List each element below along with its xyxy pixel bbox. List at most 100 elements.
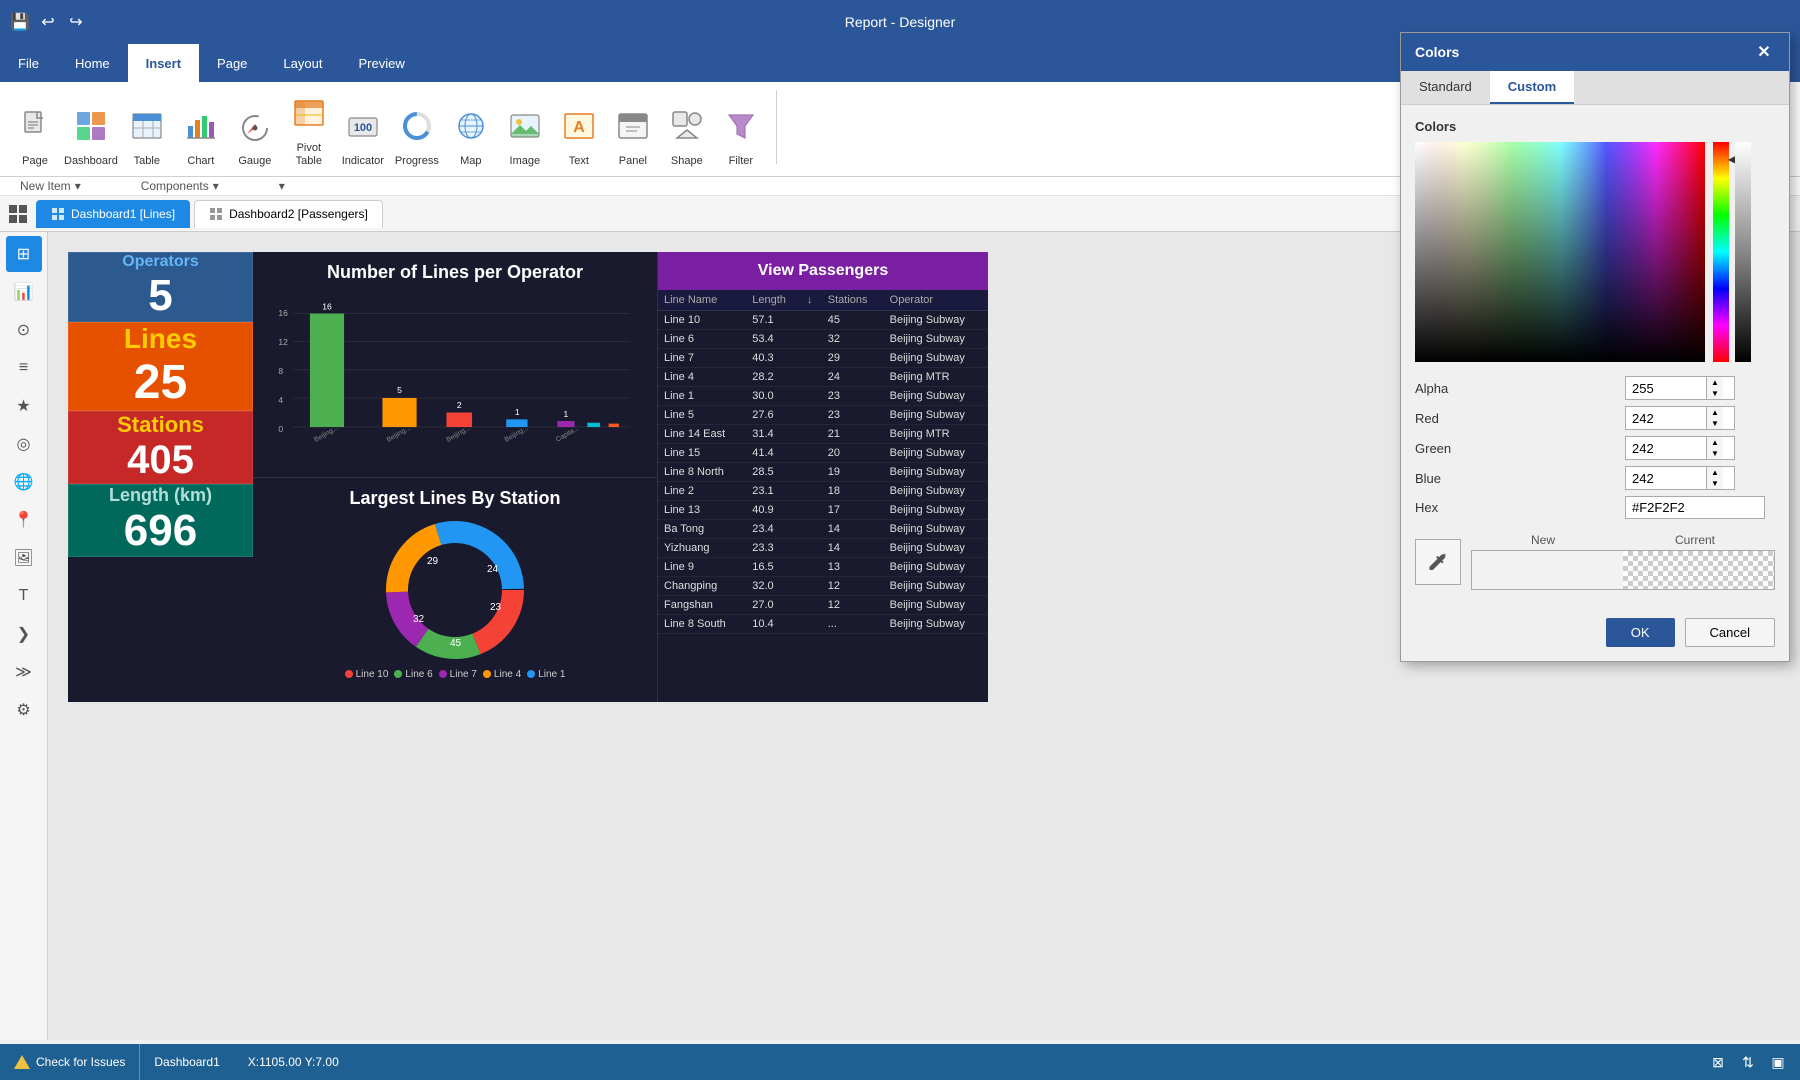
ribbon-table[interactable]: Table: [122, 99, 172, 168]
brightness-strip[interactable]: [1735, 142, 1751, 362]
green-spin-down[interactable]: ▼: [1707, 448, 1723, 459]
tab-dashboard2[interactable]: Dashboard2 [Passengers]: [194, 200, 383, 228]
undo-icon[interactable]: ↩: [38, 12, 58, 32]
ribbon-progress[interactable]: Progress: [392, 99, 442, 168]
tab-custom[interactable]: Custom: [1490, 71, 1574, 104]
table-row[interactable]: Ba Tong 23.4 14 Beijing Subway: [658, 520, 988, 539]
sidebar-icon-expand[interactable]: ❯: [6, 616, 42, 652]
blue-input[interactable]: [1626, 468, 1706, 489]
ribbon-map[interactable]: Map: [446, 99, 496, 168]
table-row[interactable]: Line 14 East 31.4 21 Beijing MTR: [658, 425, 988, 444]
ok-button[interactable]: OK: [1606, 618, 1675, 647]
table-row[interactable]: Yizhuang 23.3 14 Beijing Subway: [658, 539, 988, 558]
status-icon-2[interactable]: ⇅: [1734, 1048, 1762, 1076]
sidebar-icon-text[interactable]: T: [6, 578, 42, 614]
menu-preview[interactable]: Preview: [340, 44, 422, 82]
hex-input-field[interactable]: [1625, 496, 1765, 519]
menu-layout[interactable]: Layout: [265, 44, 340, 82]
red-input-field[interactable]: ▲ ▼: [1625, 406, 1735, 430]
sidebar-icon-image[interactable]: 🖼: [6, 540, 42, 576]
alpha-input-field[interactable]: ▲ ▼: [1625, 376, 1735, 400]
data-table[interactable]: Line Name Length ↓ Stations Operator Lin…: [658, 290, 988, 702]
blue-spin-down[interactable]: ▼: [1707, 478, 1723, 489]
hex-input[interactable]: [1626, 497, 1756, 518]
menu-insert[interactable]: Insert: [128, 44, 199, 82]
color-gradient-area[interactable]: [1415, 142, 1705, 362]
green-input[interactable]: [1626, 438, 1706, 459]
table-row[interactable]: Line 1 30.0 23 Beijing Subway: [658, 387, 988, 406]
ribbon-text[interactable]: A Text: [554, 99, 604, 168]
col-line-name[interactable]: Line Name: [658, 290, 746, 311]
save-icon[interactable]: 💾: [10, 12, 30, 32]
alpha-spin-up[interactable]: ▲: [1707, 377, 1723, 388]
green-spin-up[interactable]: ▲: [1707, 437, 1723, 448]
table-row[interactable]: Line 9 16.5 13 Beijing Subway: [658, 558, 988, 577]
ribbon-image-label: Image: [510, 155, 541, 168]
cancel-button[interactable]: Cancel: [1685, 618, 1775, 647]
ribbon-gauge[interactable]: Gauge: [230, 99, 280, 168]
sidebar-icon-pin[interactable]: 📍: [6, 502, 42, 538]
sidebar-icon-expand2[interactable]: ≫: [6, 654, 42, 690]
table-row[interactable]: Line 6 53.4 32 Beijing Subway: [658, 330, 988, 349]
table-row[interactable]: Line 15 41.4 20 Beijing Subway: [658, 444, 988, 463]
blue-input-field[interactable]: ▲ ▼: [1625, 466, 1735, 490]
redo-icon[interactable]: ↪: [66, 12, 86, 32]
tab-standard[interactable]: Standard: [1401, 71, 1490, 104]
ribbon-panel[interactable]: Panel: [608, 99, 658, 168]
table-row[interactable]: Changping 32.0 12 Beijing Subway: [658, 577, 988, 596]
dialog-close-button[interactable]: ✕: [1753, 41, 1775, 63]
menu-home[interactable]: Home: [57, 44, 128, 82]
table-row[interactable]: Line 4 28.2 24 Beijing MTR: [658, 368, 988, 387]
hue-strip-container: ◀: [1713, 142, 1729, 362]
table-row[interactable]: Line 8 North 28.5 19 Beijing Subway: [658, 463, 988, 482]
ribbon-filter[interactable]: Filter: [716, 99, 766, 168]
ribbon-panel-label: Panel: [619, 155, 647, 168]
alpha-spin-down[interactable]: ▼: [1707, 388, 1723, 399]
table-row[interactable]: Line 7 40.3 29 Beijing Subway: [658, 349, 988, 368]
components-expand[interactable]: Components ▾: [141, 179, 219, 193]
table-row[interactable]: Line 5 27.6 23 Beijing Subway: [658, 406, 988, 425]
col-sort[interactable]: ↓: [801, 290, 822, 311]
green-input-field[interactable]: ▲ ▼: [1625, 436, 1735, 460]
ribbon-pivot-table[interactable]: PivotTable: [284, 86, 334, 168]
ribbon-chart[interactable]: Chart: [176, 99, 226, 168]
col-stations[interactable]: Stations: [822, 290, 884, 311]
components-chevron: ▾: [213, 179, 219, 193]
new-item-expand[interactable]: New Item ▾: [20, 179, 81, 193]
table-row[interactable]: Line 8 South 10.4 ... Beijing Subway: [658, 615, 988, 634]
table-row[interactable]: Fangshan 27.0 12 Beijing Subway: [658, 596, 988, 615]
eyedropper-button[interactable]: [1415, 539, 1461, 585]
table-row[interactable]: Line 10 57.1 45 Beijing Subway: [658, 311, 988, 330]
cell-empty: [801, 577, 822, 596]
sidebar-icon-globe[interactable]: 🌐: [6, 464, 42, 500]
sidebar-icon-list[interactable]: ≡: [6, 350, 42, 386]
extra-expand-1[interactable]: ▾: [279, 179, 285, 193]
ribbon-page[interactable]: Page: [10, 99, 60, 168]
check-for-issues[interactable]: Check for Issues: [0, 1044, 140, 1080]
ribbon-indicator[interactable]: 100 Indicator: [338, 99, 388, 168]
sidebar-icon-grid[interactable]: ⊞: [6, 236, 42, 272]
sidebar-icon-indicator[interactable]: ★: [6, 388, 42, 424]
status-icon-1[interactable]: ⊠: [1704, 1048, 1732, 1076]
table-row[interactable]: Line 13 40.9 17 Beijing Subway: [658, 501, 988, 520]
sidebar-icon-circle[interactable]: ◎: [6, 426, 42, 462]
sidebar-icon-settings[interactable]: ⚙: [6, 692, 42, 728]
col-length[interactable]: Length: [746, 290, 801, 311]
red-spin-down[interactable]: ▼: [1707, 418, 1723, 429]
table-row[interactable]: Line 2 23.1 18 Beijing Subway: [658, 482, 988, 501]
status-icon-3[interactable]: ▣: [1764, 1048, 1792, 1076]
ribbon-shape[interactable]: Shape: [662, 99, 712, 168]
sidebar-icon-chart[interactable]: 📊: [6, 274, 42, 310]
red-input[interactable]: [1626, 408, 1706, 429]
tab-dashboard1[interactable]: Dashboard1 [Lines]: [36, 200, 190, 228]
menu-file[interactable]: File: [0, 44, 57, 82]
red-spin-up[interactable]: ▲: [1707, 407, 1723, 418]
hue-strip[interactable]: ◀: [1713, 142, 1729, 362]
alpha-input[interactable]: [1626, 378, 1706, 399]
col-operator[interactable]: Operator: [884, 290, 988, 311]
sidebar-icon-gauge[interactable]: ⊙: [6, 312, 42, 348]
ribbon-image[interactable]: Image: [500, 99, 550, 168]
menu-page[interactable]: Page: [199, 44, 265, 82]
ribbon-dashboard[interactable]: Dashboard: [64, 99, 118, 168]
blue-spin-up[interactable]: ▲: [1707, 467, 1723, 478]
